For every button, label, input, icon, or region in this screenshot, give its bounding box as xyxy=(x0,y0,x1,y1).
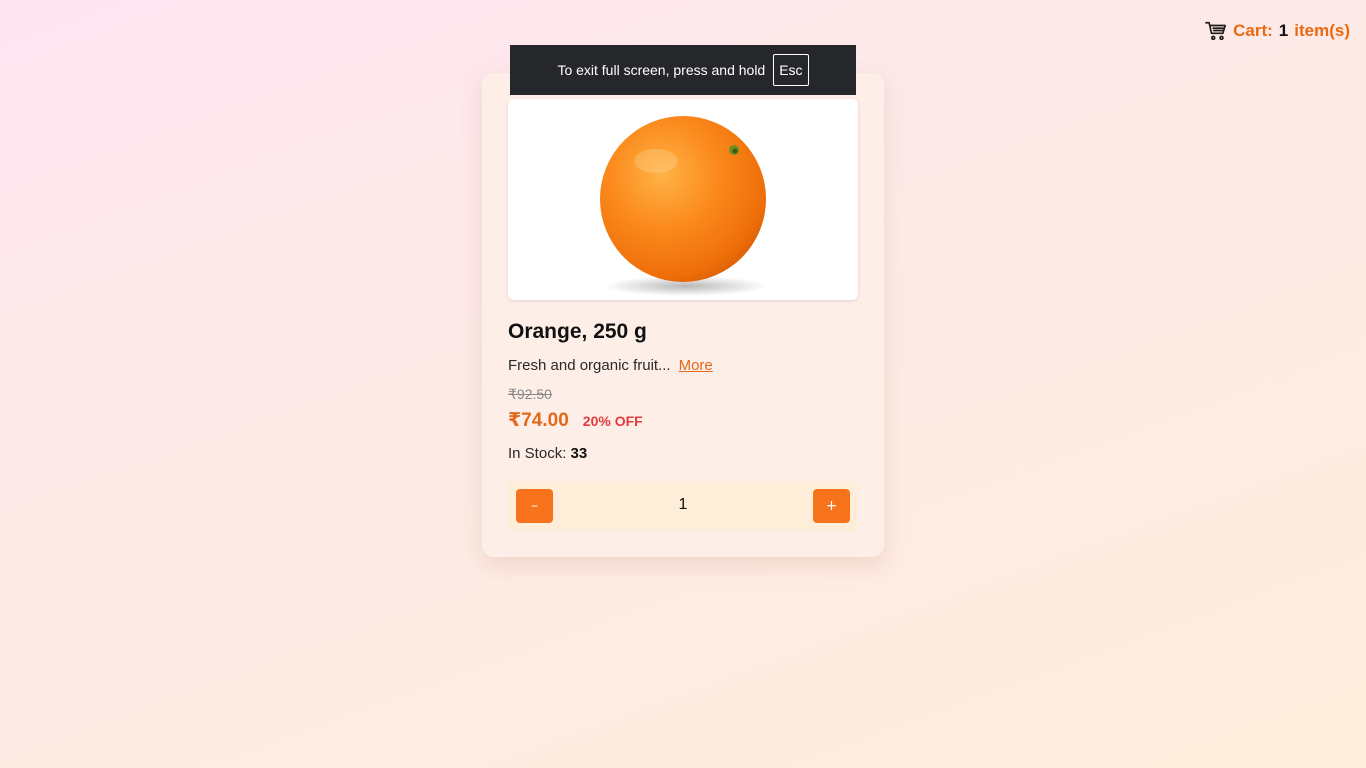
product-title: Orange, 250 g xyxy=(508,320,647,343)
quantity-stepper: – 1 + xyxy=(508,481,858,531)
more-link[interactable]: More xyxy=(679,357,713,374)
original-price: ₹92.50 xyxy=(508,386,552,402)
price-row: ₹74.00 20% OFF xyxy=(508,409,643,432)
product-description: Fresh and organic fruit... More xyxy=(508,357,713,374)
stock-info: In Stock: 33 xyxy=(508,445,587,462)
quantity-value: 1 xyxy=(678,496,688,513)
shopping-cart-icon xyxy=(1205,20,1227,42)
stock-count: 33 xyxy=(570,445,588,462)
cart-suffix: item(s) xyxy=(1294,21,1350,40)
orange-fruit-image xyxy=(600,116,768,296)
esc-key-badge: Esc xyxy=(773,54,809,86)
increase-quantity-button[interactable]: + xyxy=(813,489,850,523)
fullscreen-notice-text: To exit full screen, press and hold xyxy=(557,62,766,78)
cart-label: Cart: xyxy=(1233,21,1273,40)
fullscreen-exit-notice: To exit full screen, press and hold Esc xyxy=(510,45,856,95)
stock-label: In Stock: xyxy=(508,445,567,462)
sale-price: ₹74.00 xyxy=(508,410,569,431)
product-image xyxy=(508,99,858,300)
cart-indicator[interactable]: Cart: 1 item(s) xyxy=(1205,20,1350,42)
product-card: Orange, 250 g Fresh and organic fruit...… xyxy=(482,73,884,557)
product-description-text: Fresh and organic fruit... xyxy=(508,357,671,374)
discount-badge: 20% OFF xyxy=(582,413,643,429)
cart-count: 1 xyxy=(1278,21,1289,40)
